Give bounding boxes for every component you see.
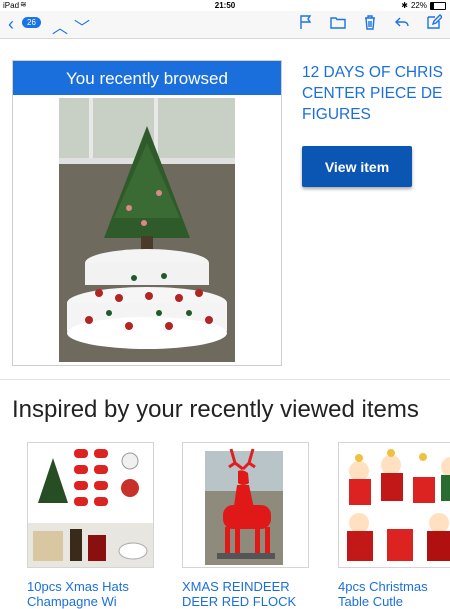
inspired-item-title[interactable]: 4pcs Christmas Table Cutle — [338, 579, 450, 609]
inspired-item-title-line[interactable]: 10pcs Xmas Hats — [27, 579, 152, 594]
product-title-line[interactable]: 12 DAYS OF CHRIS — [302, 62, 450, 83]
flag-icon[interactable] — [298, 14, 314, 30]
product-title-link[interactable]: 12 DAYS OF CHRIS CENTER PIECE DE FIGURES — [302, 62, 450, 125]
inspired-item-title-line[interactable]: Champagne Wi — [27, 594, 152, 609]
status-right: ✱ 22% — [401, 1, 446, 10]
recently-browsed-header: You recently browsed — [13, 61, 281, 95]
back-icon[interactable]: ‹ — [8, 15, 14, 33]
section-divider — [0, 379, 450, 380]
clock: 21:50 — [214, 1, 236, 10]
inspired-item-title[interactable]: 10pcs Xmas Hats Champagne Wi — [27, 579, 152, 609]
inspired-item-image[interactable] — [182, 442, 309, 568]
compose-icon[interactable] — [426, 14, 442, 30]
reply-icon[interactable] — [394, 14, 410, 30]
bluetooth-icon: ✱ — [401, 1, 408, 10]
inspired-item-title[interactable]: XMAS REINDEER DEER RED FLOCK — [182, 579, 307, 609]
battery-icon — [430, 1, 446, 10]
chevron-up-icon[interactable]: ︿ — [52, 14, 68, 38]
inspired-item-title-line[interactable]: DEER RED FLOCK — [182, 594, 307, 609]
inspired-item-image[interactable] — [27, 442, 154, 568]
folder-icon[interactable] — [330, 14, 346, 30]
view-item-button[interactable]: View item — [302, 146, 412, 187]
product-title-line[interactable]: CENTER PIECE DE — [302, 83, 450, 104]
status-bar: iPad ≋ 21:50 ✱ 22% — [0, 0, 450, 11]
mail-toolbar: ‹ 26 ︿ ﹀ — [0, 11, 450, 39]
battery-percent: 22% — [410, 1, 427, 10]
recently-browsed-card[interactable]: You recently browsed — [12, 60, 282, 366]
trash-icon[interactable] — [362, 14, 378, 30]
inspired-heading: Inspired by your recently viewed items — [12, 396, 419, 423]
inspired-item-image[interactable] — [338, 442, 450, 568]
unread-count-badge[interactable]: 26 — [22, 17, 41, 28]
inspired-item-title-line[interactable]: XMAS REINDEER — [182, 579, 307, 594]
product-title-line[interactable]: FIGURES — [302, 104, 450, 125]
inspired-item-title-line[interactable]: Table Cutle — [338, 594, 450, 609]
inspired-item-title-line[interactable]: 4pcs Christmas — [338, 579, 450, 594]
toolbar-actions — [298, 14, 442, 30]
product-image[interactable] — [59, 98, 235, 362]
chevron-down-icon[interactable]: ﹀ — [74, 14, 90, 38]
